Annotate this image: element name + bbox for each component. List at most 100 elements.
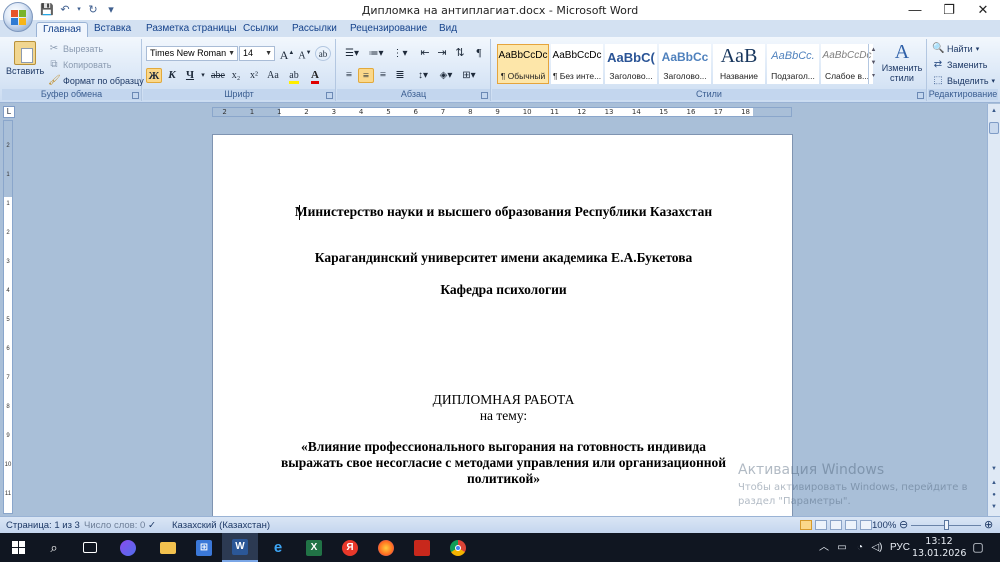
underline-button[interactable]: Ч <box>182 68 198 83</box>
notifications-icon[interactable]: ▢ <box>968 533 988 562</box>
minimize-button[interactable]: — <box>898 0 932 20</box>
prev-page-icon[interactable]: ▲ <box>989 478 999 488</box>
format-painter-button[interactable]: 🖌 Формат по образцу <box>48 75 144 87</box>
cut-button[interactable]: ✂ Вырезать <box>48 43 103 55</box>
zoom-out-icon[interactable]: ⊖ <box>899 518 908 531</box>
tab-insert[interactable]: Вставка <box>88 22 137 37</box>
change-styles-button[interactable]: A Изменить стили <box>880 41 924 83</box>
full-screen-view-button[interactable] <box>815 520 827 530</box>
find-button[interactable]: 🔍 Найти ▾ <box>932 43 979 55</box>
web-layout-view-button[interactable] <box>830 520 842 530</box>
tab-references[interactable]: Ссылки <box>237 22 284 37</box>
taskbar-app-store[interactable]: ⊞ <box>186 533 222 562</box>
vertical-ruler[interactable]: 2 1 1 2 3 4 5 6 7 8 9 10 11 <box>3 120 13 514</box>
sort-icon[interactable]: ⇅ <box>452 46 468 61</box>
copy-button[interactable]: ⧉ Копировать <box>48 59 111 71</box>
change-case-button[interactable]: Aa <box>264 68 282 83</box>
taskbar-app-pdf[interactable] <box>404 533 440 562</box>
draft-view-button[interactable] <box>860 520 872 530</box>
taskbar-app-excel[interactable]: X <box>296 533 332 562</box>
scroll-thumb[interactable] <box>989 122 999 134</box>
print-layout-view-button[interactable] <box>800 520 812 530</box>
align-left-icon[interactable]: ≡ <box>341 68 357 83</box>
highlight-icon[interactable]: ab <box>286 68 302 84</box>
tray-overflow-icon[interactable]: ︿ <box>816 533 832 562</box>
subscript-button[interactable]: x₂ <box>228 68 244 83</box>
taskbar-app-chrome[interactable] <box>440 533 476 562</box>
font-color-icon[interactable]: A <box>307 68 323 84</box>
font-size-combo[interactable]: 14 ▼ <box>239 46 275 61</box>
replace-button[interactable]: ⇄ Заменить <box>932 59 988 71</box>
taskbar-clock[interactable]: 13:12 13.01.2026 <box>912 536 966 560</box>
italic-button[interactable]: К <box>164 68 180 83</box>
zoom-slider-handle[interactable] <box>944 520 949 530</box>
superscript-button[interactable]: x² <box>246 68 262 83</box>
close-button[interactable]: ✕ <box>966 0 1000 20</box>
proofing-icon[interactable]: ✓ <box>148 520 156 531</box>
taskbar-app-word[interactable]: W <box>222 533 258 562</box>
clipboard-launcher[interactable] <box>132 92 139 99</box>
battery-icon[interactable]: ▭ <box>834 533 850 562</box>
line-spacing-icon[interactable]: ↕▾ <box>413 68 433 83</box>
shrink-font-button[interactable]: A▼ <box>297 46 313 61</box>
style-title[interactable]: AaB Название <box>713 44 765 84</box>
justify-icon[interactable]: ≣ <box>392 68 408 83</box>
font-family-combo[interactable]: Times New Roman ▼ <box>146 46 238 61</box>
search-button[interactable]: ⌕ <box>36 533 72 562</box>
zoom-in-icon[interactable]: ⊕ <box>984 518 993 531</box>
styles-gallery-scroll[interactable]: ▲ ▼ ▾ <box>868 44 878 84</box>
taskbar-app-explorer[interactable] <box>150 533 186 562</box>
taskbar-app-assistant[interactable] <box>110 533 146 562</box>
bullets-icon[interactable]: ☰▾ <box>341 46 363 61</box>
numbering-icon[interactable]: ≔▾ <box>365 46 387 61</box>
page-count[interactable]: Страница: 1 из 3 <box>6 520 80 531</box>
clear-format-icon[interactable]: ab <box>315 46 331 61</box>
strikethrough-button[interactable]: abe <box>209 68 227 83</box>
language-indicator[interactable]: Казахский (Казахстан) <box>172 520 270 531</box>
taskbar-app-edge[interactable]: e <box>260 533 296 562</box>
increase-indent-icon[interactable]: ⇥ <box>434 46 450 61</box>
next-page-icon[interactable]: ▼ <box>989 502 999 512</box>
style-normal[interactable]: AaBbCcDc ¶ Обычный <box>497 44 549 84</box>
style-heading-2[interactable]: AaBbCc Заголово... <box>659 44 711 84</box>
taskbar-app-yandex[interactable]: Я <box>332 533 368 562</box>
network-icon[interactable]: ◔ <box>852 533 868 562</box>
scroll-down-icon[interactable]: ▼ <box>989 464 999 474</box>
scroll-up-icon[interactable]: ▲ <box>989 106 999 116</box>
grow-font-button[interactable]: A▲ <box>279 46 295 62</box>
style-heading-1[interactable]: AaBbC( Заголово... <box>605 44 657 84</box>
select-button[interactable]: ⬚ Выделить ▾ <box>932 75 995 87</box>
shading-icon[interactable]: ◈▾ <box>436 68 456 83</box>
font-launcher[interactable] <box>326 92 333 99</box>
tab-view[interactable]: Вид <box>433 22 463 37</box>
bold-button[interactable]: Ж <box>146 68 162 83</box>
outline-view-button[interactable] <box>845 520 857 530</box>
volume-icon[interactable]: ◁) <box>869 533 885 562</box>
style-subtitle[interactable]: AaBbCc. Подзагол... <box>767 44 819 84</box>
horizontal-ruler[interactable]: 2 1 1 2 3 4 5 6 7 8 9 10 11 12 13 14 15 16 17 18 <box>212 107 792 117</box>
tab-review[interactable]: Рецензирование <box>344 22 433 37</box>
zoom-level[interactable]: 100% <box>872 520 896 531</box>
underline-dropdown-icon[interactable]: ▾ <box>199 68 207 83</box>
start-button[interactable] <box>0 533 36 562</box>
tab-page-layout[interactable]: Разметка страницы <box>140 22 243 37</box>
styles-launcher[interactable] <box>917 92 924 99</box>
decrease-indent-icon[interactable]: ⇤ <box>417 46 433 61</box>
borders-icon[interactable]: ⊞▾ <box>459 68 479 83</box>
multilevel-list-icon[interactable]: ⋮▾ <box>389 46 411 61</box>
paragraph-launcher[interactable] <box>481 92 488 99</box>
align-right-icon[interactable]: ≡ <box>375 68 391 83</box>
document-page[interactable]: Министерство науки и высшего образования… <box>212 134 793 519</box>
input-language[interactable]: РУС <box>888 533 912 562</box>
align-center-icon[interactable]: ≡ <box>358 68 374 83</box>
tab-home[interactable]: Главная <box>36 22 89 37</box>
office-button[interactable] <box>3 2 33 32</box>
maximize-button[interactable]: ❐ <box>932 0 966 20</box>
word-count[interactable]: Число слов: 0 <box>84 520 145 531</box>
style-subtle-emphasis[interactable]: AaBbCcDc Слабое в... <box>821 44 873 84</box>
taskbar-app-firefox[interactable] <box>368 533 404 562</box>
show-marks-icon[interactable]: ¶ <box>471 46 487 61</box>
tab-mailings[interactable]: Рассылки <box>286 22 343 37</box>
tab-selector[interactable]: L <box>3 106 15 118</box>
style-no-spacing[interactable]: AaBbCcDc ¶ Без инте... <box>551 44 603 84</box>
